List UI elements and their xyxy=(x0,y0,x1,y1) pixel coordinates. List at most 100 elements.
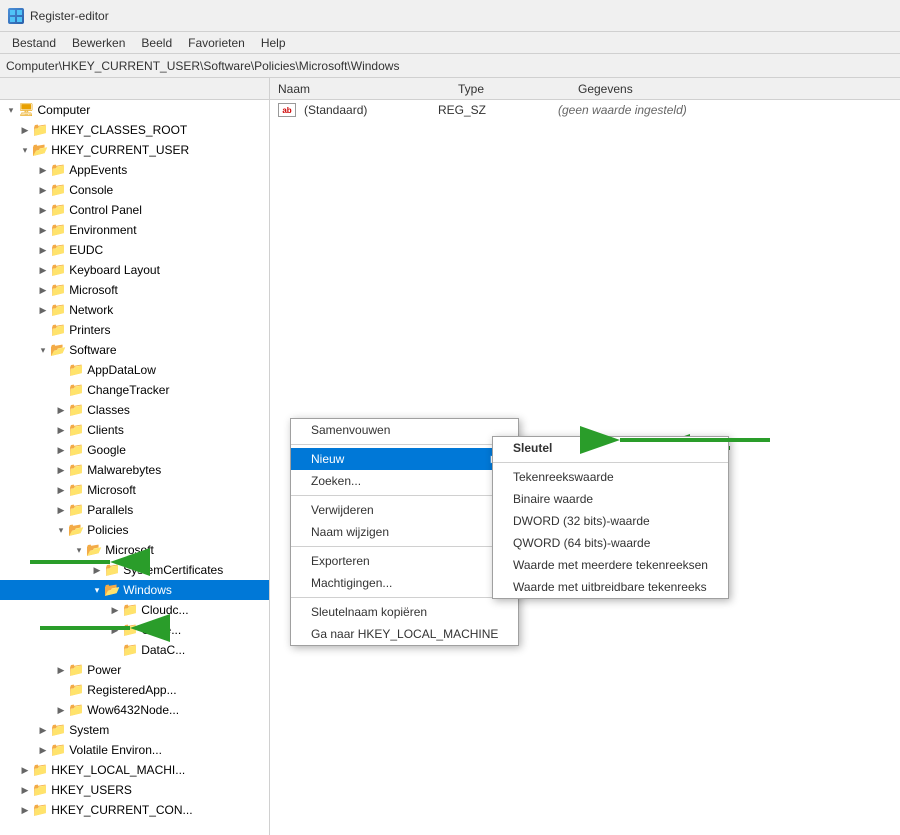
cm1-sep2 xyxy=(291,495,518,496)
tree-item-printers[interactable]: 📁 Printers xyxy=(0,320,269,340)
cm1-nieuw[interactable]: Nieuw ▶ xyxy=(291,448,518,470)
tree-item-hku[interactable]: ▶ 📁 HKEY_USERS xyxy=(0,780,269,800)
cm1-naam[interactable]: Naam wijzigen xyxy=(291,521,518,543)
folder-icon-malwarebytes: 📁 xyxy=(68,462,84,478)
menu-bar: Bestand Bewerken Beeld Favorieten Help xyxy=(0,32,900,54)
cm1-machtigingen[interactable]: Machtigingen... xyxy=(291,572,518,594)
cm1-sep3 xyxy=(291,546,518,547)
context-menu-2: Sleutel Tekenreekswaarde Binaire waarde … xyxy=(492,436,729,599)
tree-item-hkcr[interactable]: ▶ 📁 HKEY_CLASSES_ROOT xyxy=(0,120,269,140)
cm1-sleutelnaam[interactable]: Sleutelnaam kopiëren xyxy=(291,601,518,623)
tree-item-parallels[interactable]: ▶ 📁 Parallels xyxy=(0,500,269,520)
expand-arrow-controlpanel: ▶ xyxy=(36,205,50,216)
tree-item-computer[interactable]: ▾ 🖥 Computer xyxy=(0,100,269,120)
tree-item-datac[interactable]: 📁 DataC... xyxy=(0,640,269,660)
expand-arrow-hklm: ▶ xyxy=(18,765,32,776)
menu-favorieten[interactable]: Favorieten xyxy=(180,34,253,52)
cm1-verwijderen[interactable]: Verwijderen xyxy=(291,499,518,521)
detail-pane: Naam Type Gegevens ab (Standaard) REG_SZ… xyxy=(270,78,900,835)
cm1-exporteren[interactable]: Exporteren xyxy=(291,550,518,572)
folder-icon-hkcr: 📁 xyxy=(32,122,48,138)
col-type[interactable]: Type xyxy=(450,80,570,98)
folder-icon-wow6432: 📁 xyxy=(68,702,84,718)
tree-item-environment[interactable]: ▶ 📁 Environment xyxy=(0,220,269,240)
tree-item-malwarebytes[interactable]: ▶ 📁 Malwarebytes xyxy=(0,460,269,480)
tree-item-cloudc[interactable]: ▶ 📁 Cloudc... xyxy=(0,600,269,620)
folder-icon-controlpanel: 📁 xyxy=(50,202,66,218)
tree-item-hkcu[interactable]: ▾ 📂 HKEY_CURRENT_USER xyxy=(0,140,269,160)
folder-icon-clients: 📁 xyxy=(68,422,84,438)
folder-icon-console: 📁 xyxy=(50,182,66,198)
folder-icon-classes: 📁 xyxy=(68,402,84,418)
cm2-multi[interactable]: Waarde met meerdere tekenreeksen xyxy=(493,554,728,576)
expand-arrow-wow6432: ▶ xyxy=(54,705,68,716)
folder-icon-regapp: 📁 xyxy=(68,682,84,698)
tree-item-regapp[interactable]: 📁 RegisteredApp... xyxy=(0,680,269,700)
menu-help[interactable]: Help xyxy=(253,34,294,52)
tree-item-microsoft2[interactable]: ▶ 📁 Microsoft xyxy=(0,480,269,500)
cm2-sleutel[interactable]: Sleutel xyxy=(493,437,728,459)
tree-item-system[interactable]: ▶ 📁 System xyxy=(0,720,269,740)
expand-arrow-eudc: ▶ xyxy=(36,245,50,256)
expand-arrow-system: ▶ xyxy=(36,725,50,736)
tree-item-network[interactable]: ▶ 📁 Network xyxy=(0,300,269,320)
tree-item-policies-microsoft[interactable]: ▾ 📂 Microsoft xyxy=(0,540,269,560)
cell-naam: ab (Standaard) xyxy=(278,103,438,117)
folder-icon-hkcc: 📁 xyxy=(32,802,48,818)
folder-icon-parallels: 📁 xyxy=(68,502,84,518)
expand-arrow-volatile: ▶ xyxy=(36,745,50,756)
expand-arrow-google: ▶ xyxy=(54,445,68,456)
tree-item-google[interactable]: ▶ 📁 Google xyxy=(0,440,269,460)
cm1-zoeken[interactable]: Zoeken... xyxy=(291,470,518,492)
tree-item-windows[interactable]: ▾ 📂 Windows xyxy=(0,580,269,600)
tree-item-policies[interactable]: ▾ 📂 Policies xyxy=(0,520,269,540)
folder-icon-curre: 📁 xyxy=(122,622,138,638)
tree-item-curre[interactable]: ▶ 📁 Curre... xyxy=(0,620,269,640)
expand-arrow-microsoft2: ▶ xyxy=(54,485,68,496)
tree-item-wow6432[interactable]: ▶ 📁 Wow6432Node... xyxy=(0,700,269,720)
computer-icon: 🖥 xyxy=(18,102,35,118)
folder-icon-changetracker: 📁 xyxy=(68,382,84,398)
expand-arrow-cloudc: ▶ xyxy=(108,605,122,616)
menu-bewerken[interactable]: Bewerken xyxy=(64,34,133,52)
tree-item-clients[interactable]: ▶ 📁 Clients xyxy=(0,420,269,440)
menu-bestand[interactable]: Bestand xyxy=(4,34,64,52)
tree-item-classes[interactable]: ▶ 📁 Classes xyxy=(0,400,269,420)
cm1-ga-naar[interactable]: Ga naar HKEY_LOCAL_MACHINE xyxy=(291,623,518,645)
tree-item-appevents[interactable]: ▶ 📁 AppEvents xyxy=(0,160,269,180)
tree-item-console[interactable]: ▶ 📁 Console xyxy=(0,180,269,200)
folder-icon-eudc: 📁 xyxy=(50,242,66,258)
title-bar: Register-editor xyxy=(0,0,900,32)
tree-item-microsoft[interactable]: ▶ 📁 Microsoft xyxy=(0,280,269,300)
tree-item-controlpanel[interactable]: ▶ 📁 Control Panel xyxy=(0,200,269,220)
tree-header xyxy=(0,78,269,100)
tree-item-appdatalow[interactable]: 📁 AppDataLow xyxy=(0,360,269,380)
tree-item-keyboard-layout[interactable]: ▶ 📁 Keyboard Layout xyxy=(0,260,269,280)
tree-item-hklm[interactable]: ▶ 📁 HKEY_LOCAL_MACHI... xyxy=(0,760,269,780)
cm2-dword[interactable]: DWORD (32 bits)-waarde xyxy=(493,510,728,532)
tree-item-software[interactable]: ▾ 📂 Software xyxy=(0,340,269,360)
main-content: ▾ 🖥 Computer ▶ 📁 HKEY_CLASSES_ROOT ▾ 📂 H… xyxy=(0,78,900,835)
expand-arrow-appevents: ▶ xyxy=(36,165,50,176)
col-naam[interactable]: Naam xyxy=(270,80,450,98)
cm2-tekenreeks[interactable]: Tekenreekswaarde xyxy=(493,466,728,488)
col-gegevens[interactable]: Gegevens xyxy=(570,80,770,98)
expand-arrow-syscerts: ▶ xyxy=(90,565,104,576)
cell-data: (geen waarde ingesteld) xyxy=(558,103,697,117)
tree-item-changetracker[interactable]: 📁 ChangeTracker xyxy=(0,380,269,400)
cm2-binaire[interactable]: Binaire waarde xyxy=(493,488,728,510)
tree-item-syscerts[interactable]: ▶ 📁 SystemCertificates xyxy=(0,560,269,580)
cm2-qword[interactable]: QWORD (64 bits)-waarde xyxy=(493,532,728,554)
menu-beeld[interactable]: Beeld xyxy=(133,34,180,52)
tree-item-eudc[interactable]: ▶ 📁 EUDC xyxy=(0,240,269,260)
folder-icon-microsoft: 📁 xyxy=(50,282,66,298)
folder-icon-windows: 📂 xyxy=(104,582,120,598)
folder-icon-microsoft2: 📁 xyxy=(68,482,84,498)
cm2-expand[interactable]: Waarde met uitbreidbare tekenreeks xyxy=(493,576,728,598)
tree-item-volatile[interactable]: ▶ 📁 Volatile Environ... xyxy=(0,740,269,760)
cm1-samenvouwen[interactable]: Samenvouwen xyxy=(291,419,518,441)
cm2-sep1 xyxy=(493,462,728,463)
tree-item-power[interactable]: ▶ 📁 Power xyxy=(0,660,269,680)
detail-row-standaard[interactable]: ab (Standaard) REG_SZ (geen waarde inges… xyxy=(270,100,900,120)
tree-item-hkcc[interactable]: ▶ 📁 HKEY_CURRENT_CON... xyxy=(0,800,269,820)
